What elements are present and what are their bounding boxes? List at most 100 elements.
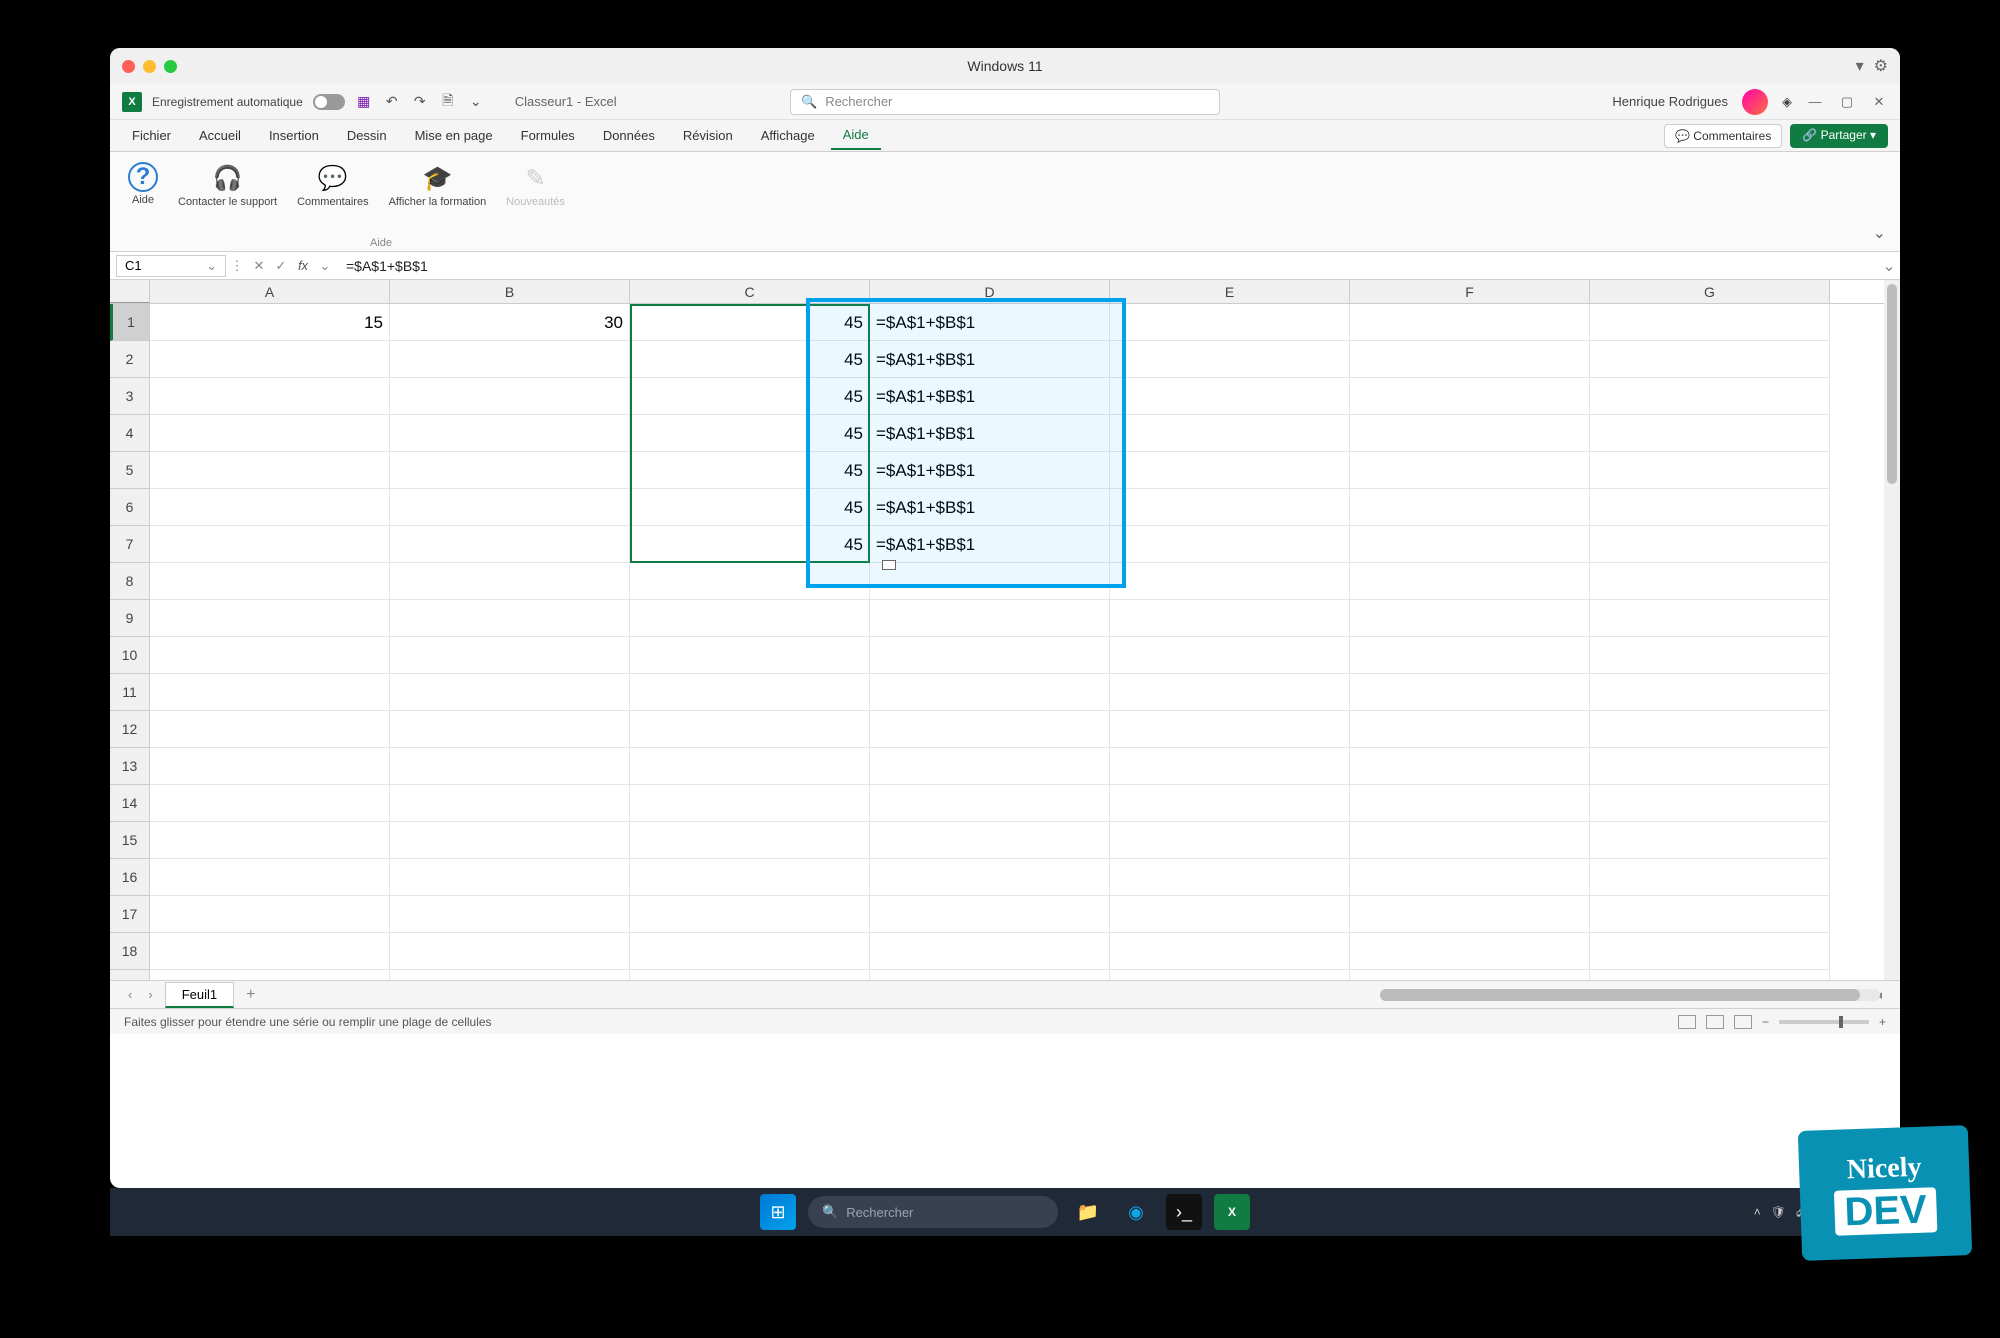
cell-A9[interactable] [150, 600, 390, 637]
cell-C18[interactable] [630, 933, 870, 970]
cell-B11[interactable] [390, 674, 630, 711]
row-header[interactable]: 2 [110, 341, 150, 378]
row-header[interactable]: 19 [110, 970, 150, 980]
fb-more-icon[interactable]: ⋮ [226, 258, 248, 274]
minimize-icon[interactable] [143, 60, 156, 73]
cell-F15[interactable] [1350, 822, 1590, 859]
training-button[interactable]: 🎓Afficher la formation [389, 158, 487, 208]
cell-F6[interactable] [1350, 489, 1590, 526]
cell-E17[interactable] [1110, 896, 1350, 933]
cell-E12[interactable] [1110, 711, 1350, 748]
cell-B5[interactable] [390, 452, 630, 489]
add-sheet-icon[interactable]: + [242, 986, 259, 1004]
col-header-b[interactable]: B [390, 280, 630, 303]
zoom-out-icon[interactable]: − [1762, 1015, 1769, 1029]
cell-F19[interactable] [1350, 970, 1590, 980]
cell-G10[interactable] [1590, 637, 1830, 674]
cell-C7[interactable]: 45 [630, 526, 870, 563]
cell-E9[interactable] [1110, 600, 1350, 637]
cell-D11[interactable] [870, 674, 1110, 711]
enter-icon[interactable]: ✓ [270, 258, 292, 274]
row-header[interactable]: 3 [110, 378, 150, 415]
cell-G9[interactable] [1590, 600, 1830, 637]
terminal-icon[interactable]: ›_ [1166, 1194, 1202, 1230]
cell-E1[interactable] [1110, 304, 1350, 341]
row-header[interactable]: 4 [110, 415, 150, 452]
tab-donnees[interactable]: Données [591, 122, 667, 149]
cell-A6[interactable] [150, 489, 390, 526]
redo-icon[interactable]: ↷ [411, 93, 429, 111]
col-header-a[interactable]: A [150, 280, 390, 303]
cell-A7[interactable] [150, 526, 390, 563]
cell-B18[interactable] [390, 933, 630, 970]
tab-formules[interactable]: Formules [509, 122, 587, 149]
feedback-button[interactable]: 💬Commentaires [297, 158, 369, 208]
cell-F1[interactable] [1350, 304, 1590, 341]
cell-G15[interactable] [1590, 822, 1830, 859]
cell-D10[interactable] [870, 637, 1110, 674]
cell-F11[interactable] [1350, 674, 1590, 711]
cell-D9[interactable] [870, 600, 1110, 637]
cell-B15[interactable] [390, 822, 630, 859]
cell-C19[interactable] [630, 970, 870, 980]
cell-G13[interactable] [1590, 748, 1830, 785]
cell-C9[interactable] [630, 600, 870, 637]
win-maximize-icon[interactable]: ▢ [1838, 94, 1856, 110]
cell-A14[interactable] [150, 785, 390, 822]
cell-A19[interactable] [150, 970, 390, 980]
cell-D17[interactable] [870, 896, 1110, 933]
col-header-f[interactable]: F [1350, 280, 1590, 303]
cell-D15[interactable] [870, 822, 1110, 859]
zoom-in-icon[interactable]: + [1879, 1015, 1886, 1029]
tab-accueil[interactable]: Accueil [187, 122, 253, 149]
cell-A18[interactable] [150, 933, 390, 970]
cell-D5[interactable]: =$A$1+$B$1 [870, 452, 1110, 489]
row-header[interactable]: 8 [110, 563, 150, 600]
cell-G17[interactable] [1590, 896, 1830, 933]
cell-B7[interactable] [390, 526, 630, 563]
col-header-d[interactable]: D [870, 280, 1110, 303]
cell-D13[interactable] [870, 748, 1110, 785]
cell-A13[interactable] [150, 748, 390, 785]
cell-A11[interactable] [150, 674, 390, 711]
cell-C11[interactable] [630, 674, 870, 711]
cell-D4[interactable]: =$A$1+$B$1 [870, 415, 1110, 452]
cell-E15[interactable] [1110, 822, 1350, 859]
cell-F7[interactable] [1350, 526, 1590, 563]
fb-drop-icon[interactable]: ⌄ [314, 258, 336, 274]
contact-support-button[interactable]: 🎧Contacter le support [178, 158, 277, 208]
cell-E4[interactable] [1110, 415, 1350, 452]
cell-A10[interactable] [150, 637, 390, 674]
zoom-slider[interactable] [1779, 1020, 1869, 1024]
cell-E18[interactable] [1110, 933, 1350, 970]
cell-E10[interactable] [1110, 637, 1350, 674]
cell-C6[interactable]: 45 [630, 489, 870, 526]
cell-D7[interactable]: =$A$1+$B$1 [870, 526, 1110, 563]
cell-D19[interactable] [870, 970, 1110, 980]
cell-B17[interactable] [390, 896, 630, 933]
row-header[interactable]: 6 [110, 489, 150, 526]
cell-B1[interactable]: 30 [390, 304, 630, 341]
cell-C5[interactable]: 45 [630, 452, 870, 489]
cell-G19[interactable] [1590, 970, 1830, 980]
share-button[interactable]: 🔗 Partager ▾ [1790, 124, 1888, 148]
user-name[interactable]: Henrique Rodrigues [1612, 94, 1728, 109]
horizontal-scrollbar[interactable] [1380, 989, 1880, 1001]
cell-E16[interactable] [1110, 859, 1350, 896]
cell-C14[interactable] [630, 785, 870, 822]
cell-C16[interactable] [630, 859, 870, 896]
cell-A15[interactable] [150, 822, 390, 859]
maximize-icon[interactable] [164, 60, 177, 73]
select-all-corner[interactable] [110, 280, 150, 303]
cell-A16[interactable] [150, 859, 390, 896]
cell-B4[interactable] [390, 415, 630, 452]
name-box[interactable]: C1⌄ [116, 255, 226, 277]
tab-revision[interactable]: Révision [671, 122, 745, 149]
col-header-c[interactable]: C [630, 280, 870, 303]
cell-E11[interactable] [1110, 674, 1350, 711]
row-header[interactable]: 18 [110, 933, 150, 970]
cell-A2[interactable] [150, 341, 390, 378]
diamond-icon[interactable]: ◈ [1782, 94, 1792, 110]
cell-D6[interactable]: =$A$1+$B$1 [870, 489, 1110, 526]
autosave-toggle[interactable] [313, 94, 345, 110]
